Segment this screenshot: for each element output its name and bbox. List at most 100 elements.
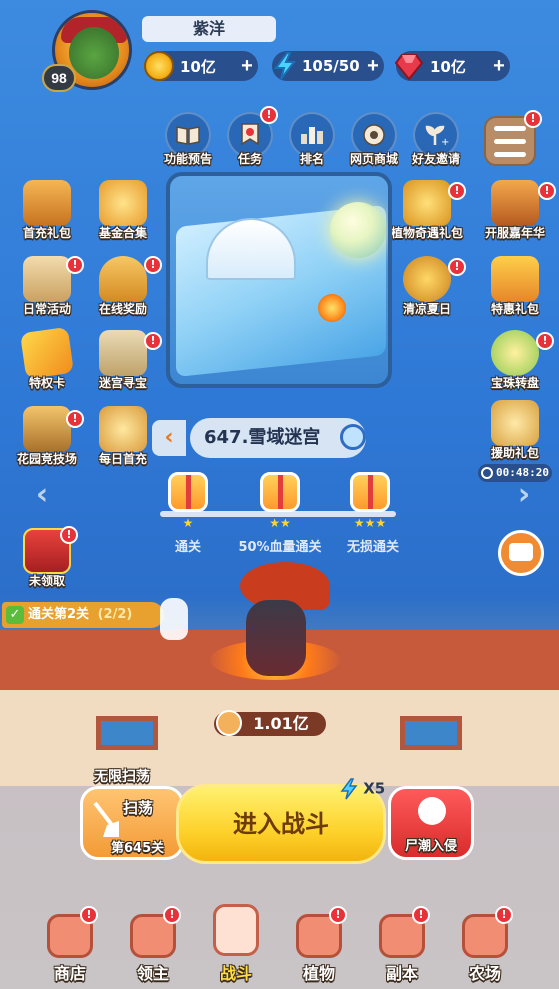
aid-gift-label: 援助礼包 <box>490 446 539 460</box>
sweep-button[interactable]: 扫荡 第645关 <box>80 786 184 860</box>
fund-collection-button[interactable]: 基金合集 <box>84 180 162 252</box>
hamburger-line <box>494 139 526 144</box>
orb-wheel-icon <box>491 330 539 376</box>
player-level-badge: 98 <box>42 64 76 92</box>
svg-text:+: + <box>441 137 449 147</box>
goal-gift-3[interactable] <box>350 472 390 512</box>
orb-wheel-badge: ! <box>536 332 554 350</box>
carnival-chest-icon <box>491 180 539 226</box>
server-carnival-label: 开服嘉年华 <box>484 226 545 240</box>
web-store-button[interactable]: 网页商城 <box>346 112 402 168</box>
nav-lord[interactable]: 领主 ! <box>113 906 193 988</box>
main-menu-button[interactable]: ! <box>484 110 542 166</box>
building-wall <box>0 690 559 786</box>
treasure-map-icon <box>99 330 147 376</box>
gem-value: 10亿 <box>430 57 466 76</box>
tasks-button[interactable]: 任务 ! <box>222 106 278 168</box>
cool-summer-label: 清凉夏日 <box>402 302 451 316</box>
energy-cost-text: X5 <box>363 779 386 798</box>
goal-label-2: 50%血量通关 <box>238 540 322 555</box>
sweep-label: 扫荡 <box>123 799 154 817</box>
nav-farm-badge: ! <box>495 906 513 924</box>
garden-arena-button[interactable]: 花园竞技场 ! <box>8 406 86 478</box>
privilege-card-button[interactable]: 特权卡 <box>8 326 86 402</box>
garden-arena-badge: ! <box>66 410 84 428</box>
online-reward-label: 在线奖励 <box>98 302 147 316</box>
stage-map-preview[interactable] <box>166 172 392 388</box>
nav-battle-label: 战斗 <box>219 964 252 983</box>
special-offer-gift-button[interactable]: 特惠礼包 <box>476 256 554 328</box>
hero-character <box>200 560 350 700</box>
zombie-invasion-button[interactable]: 尸潮入侵 <box>388 786 474 860</box>
goal-label-1: 通关 <box>174 540 201 555</box>
maze-treasure-label: 迷宫寻宝 <box>98 376 147 390</box>
power-swirl-icon <box>216 710 242 736</box>
orb-wheel-button[interactable]: 宝珠转盘 ! <box>476 330 554 402</box>
unclaimed-reward-button[interactable]: 未领取 ! <box>8 526 86 600</box>
energy-value: 105/50 <box>302 57 360 75</box>
plant-adventure-gift-button[interactable]: 植物奇遇礼包 ! <box>388 180 466 252</box>
fund-collection-label: 基金合集 <box>98 226 147 240</box>
nav-dungeon-badge: ! <box>412 906 430 924</box>
chevron-right-icon[interactable]: › <box>510 478 538 512</box>
previous-stage-button[interactable]: ‹ <box>152 420 186 456</box>
unclaimed-reward-label: 未领取 <box>28 574 65 588</box>
nav-farm-label: 农场 <box>468 964 501 983</box>
nav-dungeon-label: 副本 <box>385 964 418 983</box>
friend-invite-label: 好友邀请 <box>411 152 460 166</box>
energy-resource: 105/50 + <box>272 51 384 81</box>
checkmark-icon: ✓ <box>6 606 24 624</box>
server-carnival-badge: ! <box>538 182 556 200</box>
chevron-left-icon[interactable]: ‹ <box>28 478 56 512</box>
hamburger-line <box>494 152 526 157</box>
quest-progress: (2/2) <box>97 607 133 622</box>
chat-button[interactable] <box>498 530 544 576</box>
nav-plant[interactable]: 植物 ! <box>279 906 359 988</box>
goal-gift-2[interactable] <box>260 472 300 512</box>
daily-first-recharge-button[interactable]: 每日首充 <box>84 406 162 478</box>
add-energy-button[interactable]: + <box>362 55 384 78</box>
nav-battle[interactable]: 战斗 <box>196 904 276 988</box>
feature-preview-button[interactable]: 功能预告 <box>160 112 216 168</box>
lightning-bolt-icon <box>340 778 358 800</box>
daily-activity-badge: ! <box>66 256 84 274</box>
hero-body <box>246 600 306 676</box>
gold-value: 10亿 <box>180 57 216 76</box>
add-gems-button[interactable]: + <box>488 55 510 78</box>
scroll-icon <box>23 256 71 302</box>
goal-gift-1[interactable] <box>168 472 208 512</box>
aid-gift-button[interactable]: 援助礼包 <box>476 400 554 472</box>
server-carnival-button[interactable]: 开服嘉年华 ! <box>476 180 556 252</box>
discount-gift-icon <box>491 256 539 302</box>
nav-farm[interactable]: 农场 ! <box>445 906 525 988</box>
menu-alert-badge: ! <box>524 110 542 128</box>
broom-icon <box>93 801 119 837</box>
vip-card-icon <box>20 326 74 380</box>
ranking-button[interactable]: 排名 <box>284 112 340 168</box>
chat-bubble-icon <box>509 543 533 561</box>
nav-plant-badge: ! <box>329 906 347 924</box>
daily-activity-button[interactable]: 日常活动 ! <box>8 256 86 328</box>
online-reward-button[interactable]: 在线奖励 ! <box>84 256 162 328</box>
player-name: 紫洋 <box>142 16 276 42</box>
friend-invite-button[interactable]: + 好友邀请 <box>408 112 464 168</box>
cool-summer-badge: ! <box>448 258 466 276</box>
nav-dungeon[interactable]: 副本 ! <box>362 906 442 988</box>
quest-tracker[interactable]: 通关第2关 (2/2) <box>2 602 164 628</box>
nav-lord-label: 领主 <box>136 964 169 983</box>
nav-plant-label: 植物 <box>302 964 335 983</box>
ruby-gem-icon <box>394 54 424 81</box>
goal-stars-3: ★★★ <box>353 516 387 530</box>
first-recharge-gift-button[interactable]: 首充礼包 <box>8 180 86 252</box>
maze-treasure-button[interactable]: 迷宫寻宝 ! <box>84 330 162 402</box>
plant-adventure-gift-badge: ! <box>448 182 466 200</box>
crossed-swords-icon <box>23 406 71 452</box>
goal-stars-1: ★ <box>182 516 194 530</box>
magnifier-icon[interactable] <box>340 424 366 450</box>
clock-icon <box>481 467 493 479</box>
nav-shop[interactable]: 商店 ! <box>30 906 110 988</box>
nav-shop-badge: ! <box>80 906 98 924</box>
nav-shop-label: 商店 <box>53 964 86 983</box>
cool-summer-button[interactable]: 清凉夏日 ! <box>388 256 466 328</box>
add-gold-button[interactable]: + <box>236 55 258 78</box>
